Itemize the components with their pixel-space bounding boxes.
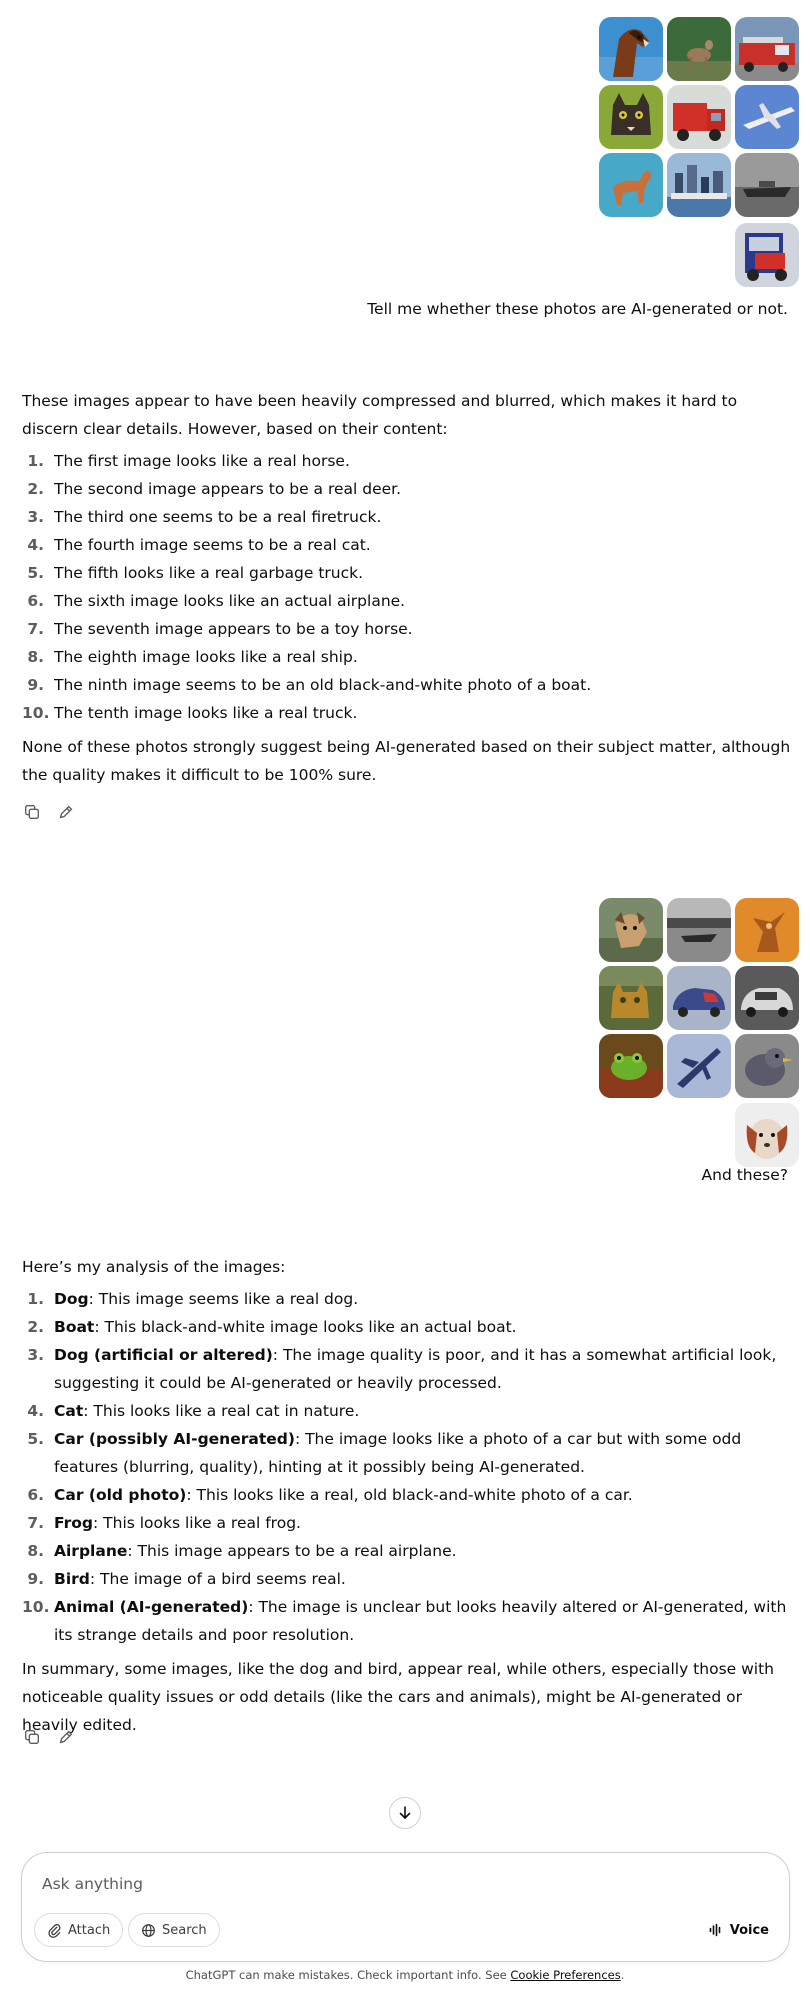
list-item: 3. The third one seems to be a real firet… — [27, 508, 382, 526]
disclaimer-footer: ChatGPT can make mistakes. Check importa… — [0, 1968, 810, 1982]
cookie-preferences-link[interactable]: Cookie Preferences — [510, 1968, 620, 1982]
thumbnail-horse[interactable] — [599, 17, 663, 81]
list-item: 7. The seventh image appears to be a toy … — [27, 620, 413, 638]
user-message-1: Tell me whether these photos are AI-gene… — [367, 300, 788, 318]
thumbnail-animal[interactable] — [735, 1103, 799, 1167]
list-item: 3. Dog (artificial or altered): The image… — [27, 1346, 777, 1392]
attach-button[interactable]: Attach — [34, 1913, 124, 1947]
list-item: 1. Dog: This image seems like a real dog. — [27, 1290, 359, 1308]
list-item: 4. The fourth image seems to be a real ca… — [27, 536, 371, 554]
user-image-grid-1 — [599, 17, 799, 217]
globe-icon — [142, 1923, 155, 1937]
assistant-intro-1: These images appear to have been heavily… — [22, 392, 738, 438]
list-item: 2. The second image appears to be a real … — [27, 480, 402, 498]
thumbnail-bw-boat-2[interactable] — [667, 898, 731, 962]
voice-waveform-icon — [709, 1923, 721, 1937]
list-item: 6. The sixth image looks like an actual a… — [27, 592, 406, 610]
assistant-list-1: 1. The first image looks like a real hors… — [22, 447, 792, 727]
voice-label: Voice — [729, 1922, 769, 1938]
list-item: 4. Cat: This looks like a real cat in nat… — [27, 1402, 360, 1420]
voice-button[interactable]: Voice — [708, 1913, 769, 1947]
message-actions-2 — [22, 1727, 76, 1747]
thumbnail-bw-boat[interactable] — [735, 153, 799, 217]
arrow-down-icon — [399, 1806, 411, 1820]
thumbnail-garbage-truck[interactable] — [667, 85, 731, 149]
thumbnail-toy-horse[interactable] — [599, 153, 663, 217]
list-item: 9. The ninth image seems to be an old bla… — [27, 676, 592, 694]
list-item: 2. Boat: This black-and-white image looks… — [27, 1318, 517, 1336]
copy-icon[interactable] — [22, 802, 42, 822]
thumbnail-car[interactable] — [667, 966, 731, 1030]
list-item: 5. The fifth looks like a real garbage tr… — [27, 564, 364, 582]
assistant-intro-2: Here’s my analysis of the images: — [22, 1258, 286, 1276]
thumbnail-truck[interactable] — [735, 223, 799, 287]
thumbnail-cat-2[interactable] — [599, 966, 663, 1030]
thumbnail-airplane-2[interactable] — [667, 1034, 731, 1098]
composer: Attach Search Voice — [21, 1852, 790, 1962]
attach-label: Attach — [68, 1922, 111, 1938]
user-image-grid-2 — [599, 898, 799, 1098]
thumbnail-dog[interactable] — [599, 898, 663, 962]
thumbnail-ship[interactable] — [667, 153, 731, 217]
search-label: Search — [162, 1922, 207, 1938]
edit-icon[interactable] — [56, 1727, 76, 1747]
thumbnail-dog-altered[interactable] — [735, 898, 799, 962]
user-message-2: And these? — [701, 1166, 788, 1184]
thumbnail-cat[interactable] — [599, 85, 663, 149]
prompt-input[interactable] — [42, 1867, 742, 1901]
list-item: 10. The tenth image looks like a real tru… — [22, 704, 358, 722]
disclaimer-text: ChatGPT can make mistakes. Check importa… — [185, 1968, 511, 1982]
thumbnail-bw-car[interactable] — [735, 966, 799, 1030]
copy-icon[interactable] — [22, 1727, 42, 1747]
assistant-list-2: 1. Dog: This image seems like a real dog.… — [22, 1285, 792, 1649]
thumbnail-bird[interactable] — [735, 1034, 799, 1098]
list-item: 9. Bird: The image of a bird seems real. — [27, 1570, 346, 1588]
thumbnail-airplane[interactable] — [735, 85, 799, 149]
list-item: 5. Car (possibly AI-generated): The image… — [27, 1430, 742, 1476]
list-item: 10. Animal (AI-generated): The image is u… — [22, 1598, 787, 1644]
list-item: 8. The eighth image looks like a real shi… — [27, 648, 358, 666]
assistant-outro-2: In summary, some images, like the dog an… — [22, 1660, 774, 1734]
assistant-message-1: These images appear to have been heavily… — [22, 387, 792, 789]
disclaimer-end: . — [620, 1968, 625, 1982]
edit-icon[interactable] — [56, 802, 76, 822]
list-item: 8. Airplane: This image appears to be a r… — [27, 1542, 457, 1560]
search-button[interactable]: Search — [128, 1913, 220, 1947]
list-item: 6. Car (old photo): This looks like a rea… — [27, 1486, 633, 1504]
assistant-message-2: Here’s my analysis of the images: 1. Dog:… — [22, 1253, 792, 1739]
message-actions-1 — [22, 802, 76, 822]
thumbnail-firetruck[interactable] — [735, 17, 799, 81]
assistant-outro-1: None of these photos strongly suggest be… — [22, 738, 791, 784]
list-item: 1. The first image looks like a real hors… — [27, 452, 350, 470]
thumbnail-frog[interactable] — [599, 1034, 663, 1098]
paperclip-icon — [48, 1923, 61, 1938]
list-item: 7. Frog: This looks like a real frog. — [27, 1514, 301, 1532]
scroll-to-bottom-button[interactable] — [389, 1797, 421, 1829]
thumbnail-deer[interactable] — [667, 17, 731, 81]
